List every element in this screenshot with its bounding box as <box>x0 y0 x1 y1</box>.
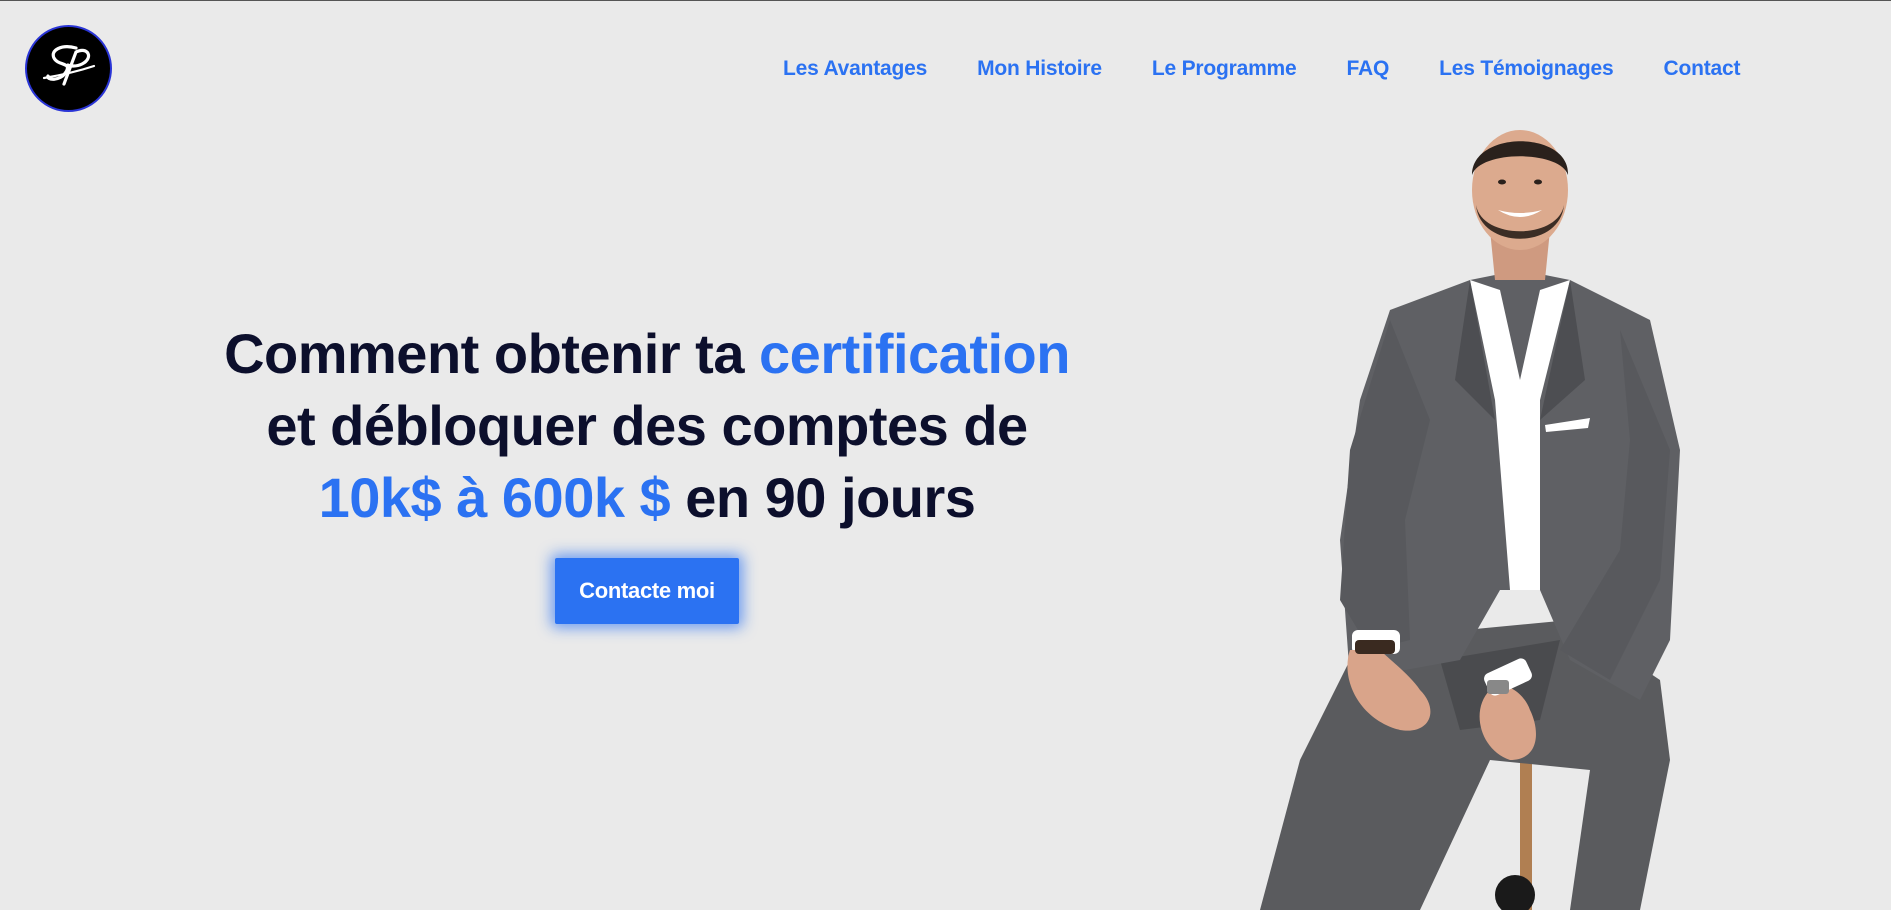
nav-link-histoire[interactable]: Mon Histoire <box>977 57 1102 81</box>
hero-line1-text: Comment obtenir ta <box>224 322 760 385</box>
nav-link-programme[interactable]: Le Programme <box>1152 57 1297 81</box>
page-top-border <box>0 0 1891 1</box>
hero-line1-accent: certification <box>759 322 1070 385</box>
hero-line3-accent: 10k$ à 600k $ <box>318 466 671 529</box>
hero-heading-line-1: Comment obtenir ta certification <box>150 318 1144 390</box>
contact-cta-button[interactable]: Contacte moi <box>555 558 739 624</box>
nav-link-faq[interactable]: FAQ <box>1347 57 1390 81</box>
nav-link-avantages[interactable]: Les Avantages <box>783 57 927 81</box>
person-in-suit-illustration <box>1260 130 1680 910</box>
hero-heading: Comment obtenir ta certification et débl… <box>150 318 1144 534</box>
hero-heading-line-3: 10k$ à 600k $ en 90 jours <box>150 462 1144 534</box>
main-nav: Les Avantages Mon Histoire Le Programme … <box>783 57 1740 81</box>
hero-line3-text: en 90 jours <box>670 466 976 529</box>
hero-portrait-image <box>1240 120 1720 910</box>
site-logo[interactable] <box>25 25 112 112</box>
nav-link-contact[interactable]: Contact <box>1663 57 1740 81</box>
sp-signature-logo-icon <box>42 44 95 86</box>
hero-heading-line-2: et débloquer des comptes de <box>266 394 1028 457</box>
nav-link-temoignages[interactable]: Les Témoignages <box>1439 57 1614 81</box>
